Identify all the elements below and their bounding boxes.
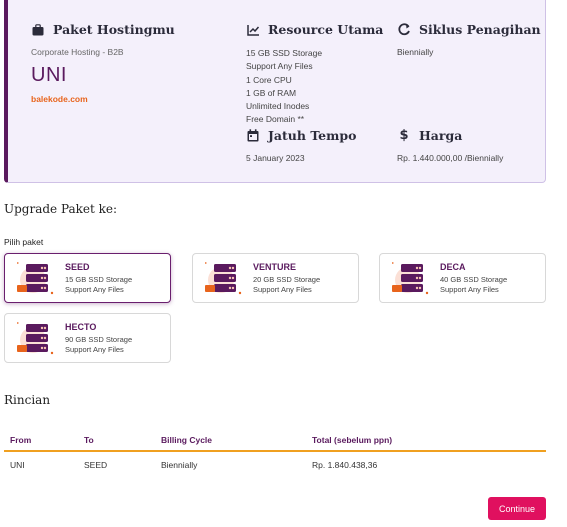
- column-header-to: To: [84, 435, 94, 445]
- package-subtitle: Corporate Hosting - B2B: [31, 47, 124, 57]
- continue-button[interactable]: Continue: [488, 497, 546, 520]
- resource-title: Resource Utama: [268, 22, 384, 37]
- dollar-icon: $: [399, 128, 409, 143]
- price-title: Harga: [419, 128, 463, 143]
- column-header-billing-cycle: Billing Cycle: [161, 435, 213, 445]
- package-files: Support Any Files: [65, 344, 124, 354]
- package-storage: 90 GB SSD Storage: [65, 334, 133, 344]
- server-illustration-icon: [13, 318, 57, 358]
- package-files: Support Any Files: [253, 284, 312, 294]
- due-heading: Jatuh Tempo: [246, 128, 356, 143]
- server-illustration-icon: [388, 258, 432, 298]
- package-storage: 15 GB SSD Storage: [65, 274, 133, 284]
- package-info: VENTURE 20 GB SSD Storage Support Any Fi…: [253, 262, 320, 295]
- package-option-deca[interactable]: DECA 40 GB SSD Storage Support Any Files: [379, 253, 546, 303]
- domain-name: balekode.com: [31, 94, 88, 104]
- resource-item: 15 GB SSD Storage: [246, 48, 323, 58]
- resource-column: Resource Utama 15 GB SSD Storage Support…: [246, 22, 383, 127]
- server-illustration-icon: [13, 258, 57, 298]
- briefcase-icon: [31, 23, 45, 37]
- package-storage: 40 GB SSD Storage: [440, 274, 508, 284]
- price-heading: $ Harga: [397, 128, 503, 143]
- resource-item: 1 Core CPU: [246, 74, 292, 85]
- package-files: Support Any Files: [65, 284, 124, 294]
- table-header: From To Billing Cycle Total (sebelum ppn…: [4, 430, 546, 452]
- package-column: Paket Hostingmu Corporate Hosting - B2B …: [31, 22, 175, 104]
- column-header-from: From: [10, 435, 32, 445]
- column-header-total: Total (sebelum ppn): [312, 435, 393, 445]
- package-heading: Paket Hostingmu: [31, 22, 175, 37]
- details-table: From To Billing Cycle Total (sebelum ppn…: [4, 430, 546, 478]
- package-files: Support Any Files: [440, 284, 499, 294]
- resource-item: Unlimited Inodes: [246, 101, 310, 112]
- package-info: HECTO 90 GB SSD Storage Support Any File…: [65, 322, 132, 355]
- table-row: UNI SEED Biennially Rp. 1.840.438,36: [4, 452, 546, 478]
- refresh-icon: [397, 23, 411, 37]
- billing-value: Biennially: [397, 47, 434, 57]
- due-title: Jatuh Tempo: [268, 128, 357, 143]
- price-column: $ Harga Rp. 1.440.000,00 /Biennially: [397, 128, 503, 163]
- due-value: 5 January 2023: [246, 153, 305, 163]
- price-value: Rp. 1.440.000,00 /Biennially: [397, 153, 504, 163]
- resource-list: 15 GB SSD Storage Support Any Files 1 Co…: [246, 47, 383, 127]
- package-name: SEED: [65, 261, 90, 272]
- cell-total: Rp. 1.840.438,36: [312, 460, 378, 470]
- package-info: DECA 40 GB SSD Storage Support Any Files: [440, 262, 507, 295]
- resource-item: 1 GB of RAM: [246, 87, 297, 98]
- upgrade-heading: Upgrade Paket ke:: [4, 202, 118, 216]
- plan-name: UNI: [31, 64, 67, 86]
- package-name: VENTURE: [253, 261, 297, 272]
- resource-heading: Resource Utama: [246, 22, 383, 37]
- billing-title: Siklus Penagihan: [419, 22, 541, 37]
- package-name: DECA: [440, 261, 466, 272]
- calendar-icon: [246, 129, 260, 143]
- package-title: Paket Hostingmu: [53, 22, 175, 37]
- resource-item: Free Domain **: [246, 114, 305, 125]
- due-column: Jatuh Tempo 5 January 2023: [246, 128, 356, 163]
- billing-heading: Siklus Penagihan: [397, 22, 541, 37]
- package-option-hecto[interactable]: HECTO 90 GB SSD Storage Support Any File…: [4, 313, 171, 363]
- cell-billing-cycle: Biennially: [161, 460, 198, 470]
- chart-line-icon: [246, 23, 260, 37]
- package-option-venture[interactable]: VENTURE 20 GB SSD Storage Support Any Fi…: [192, 253, 359, 303]
- server-illustration-icon: [201, 258, 245, 298]
- resource-item: Support Any Files: [246, 61, 313, 72]
- cell-to: SEED: [84, 460, 108, 470]
- cell-from: UNI: [10, 460, 25, 470]
- details-heading: Rincian: [4, 393, 51, 407]
- billing-column: Siklus Penagihan Biennially: [397, 22, 541, 57]
- current-package-card: Paket Hostingmu Corporate Hosting - B2B …: [4, 0, 546, 183]
- choose-package-label: Pilih paket: [4, 237, 44, 247]
- package-name: HECTO: [65, 321, 97, 332]
- package-storage: 20 GB SSD Storage: [253, 274, 321, 284]
- package-info: SEED 15 GB SSD Storage Support Any Files: [65, 262, 132, 295]
- package-option-seed[interactable]: SEED 15 GB SSD Storage Support Any Files: [4, 253, 171, 303]
